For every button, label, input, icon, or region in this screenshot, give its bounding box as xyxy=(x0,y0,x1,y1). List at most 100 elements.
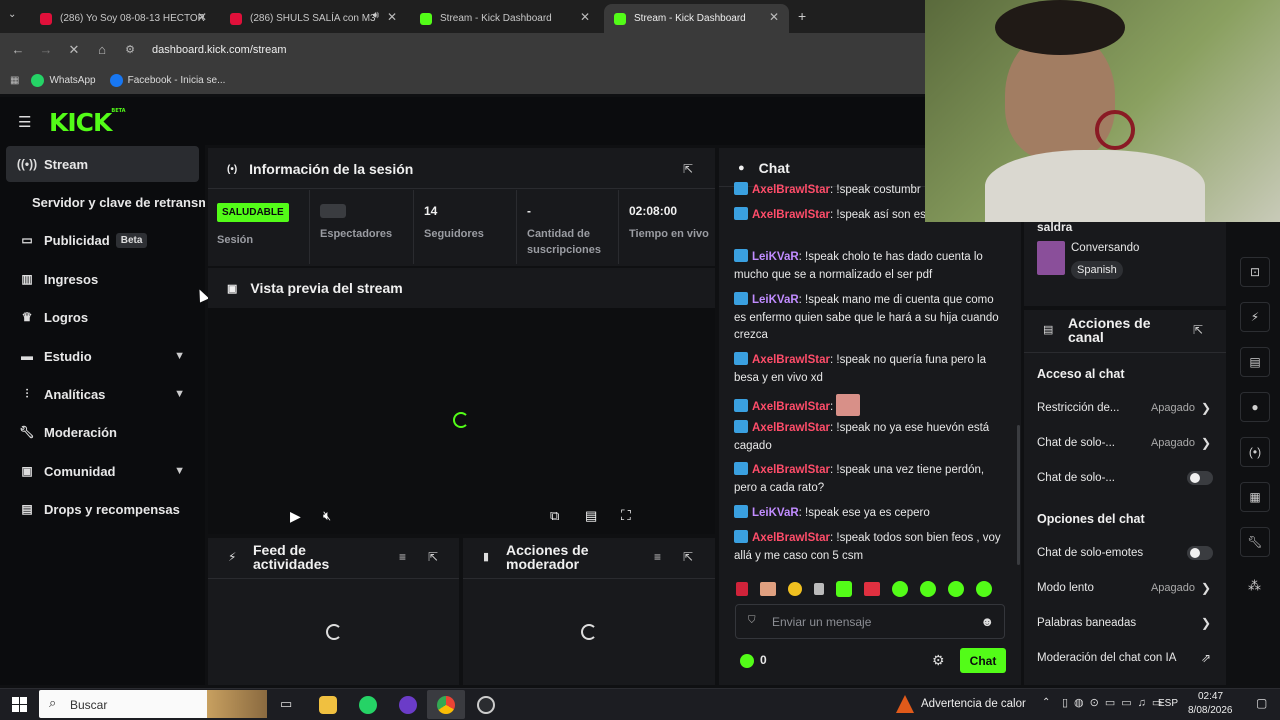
camera-icon[interactable]: ⊡ xyxy=(1240,257,1270,287)
badge-icon xyxy=(734,462,748,475)
new-tab-button[interactable]: + xyxy=(798,8,806,24)
app-icon[interactable] xyxy=(399,696,417,714)
browser-tab-3[interactable]: Stream - Kick Dashboard ✕ xyxy=(410,4,600,33)
popout-icon[interactable]: ⇱ xyxy=(683,550,693,564)
gear-icon[interactable]: ⚙ xyxy=(932,652,945,669)
lightning-icon: ⚡︎ xyxy=(228,550,237,564)
close-icon[interactable]: ✕ xyxy=(769,10,779,24)
sidebar-item-ingresos[interactable]: ▥ Ingresos xyxy=(6,261,199,297)
play-icon[interactable]: ▶ xyxy=(290,508,301,525)
toggle-switch[interactable] xyxy=(1187,546,1213,560)
stat-value: 14 xyxy=(424,204,438,218)
bookmark-whatsapp[interactable]: WhatsApp xyxy=(49,75,95,86)
broadcast-icon[interactable]: (•) xyxy=(1240,437,1270,467)
chat-send-button[interactable]: Chat xyxy=(960,648,1006,673)
address-bar: ← → ✕ ⌂ ⚙ dashboard.kick.com/stream xyxy=(0,33,925,66)
emote-icon[interactable] xyxy=(814,583,824,595)
whatsapp-icon[interactable] xyxy=(359,696,377,714)
sidebar-item-label: Comunidad xyxy=(44,463,116,479)
emote-icon[interactable] xyxy=(836,581,852,597)
chat-input[interactable]: ⛉ Enviar un mensaje ☻ xyxy=(735,604,1005,639)
close-icon[interactable]: ✕ xyxy=(197,10,207,24)
close-icon[interactable]: ✕ xyxy=(580,10,590,24)
sidebar-item-drops[interactable]: ▤ Drops y recompensas xyxy=(6,491,199,527)
task-view-icon[interactable]: ▭ xyxy=(280,696,292,712)
sidebar-item-logros[interactable]: ♛ Logros xyxy=(6,299,199,335)
emote-icon[interactable] xyxy=(788,582,802,596)
close-icon[interactable]: ✕ xyxy=(387,10,397,24)
sidebar-item-estudio[interactable]: ▬ Estudio ▼ xyxy=(6,338,199,374)
category-thumbnail[interactable] xyxy=(1037,241,1065,275)
apps-grid-icon[interactable]: ▦ xyxy=(10,75,19,86)
app-icon[interactable] xyxy=(477,696,495,714)
emote-icon[interactable] xyxy=(864,582,880,596)
slow-mode-row[interactable]: Modo lento Apagado ❯ xyxy=(1037,578,1217,598)
browser-tab-4[interactable]: Stream - Kick Dashboard ✕ xyxy=(604,4,789,33)
sidebar-item-moderacion[interactable]: 🔧︎ Moderación xyxy=(6,414,199,450)
kick-logo[interactable]: KICKBETA xyxy=(49,108,126,137)
pip-icon[interactable]: ⧉ xyxy=(550,508,559,524)
tab-title: (286) Yo Soy 08-08-13 HECTOR xyxy=(60,13,205,24)
lightning-icon[interactable]: ⚡︎ xyxy=(1240,302,1270,332)
emote-icon[interactable] xyxy=(976,581,992,597)
divider xyxy=(208,578,459,579)
stream-category[interactable]: Conversando xyxy=(1071,242,1139,254)
hamburger-menu-icon[interactable]: ☰ xyxy=(18,113,31,131)
emote-icon[interactable] xyxy=(948,581,964,597)
chevron-up-icon[interactable]: ⌃ xyxy=(1042,697,1050,708)
more-icon[interactable]: ⁂ xyxy=(1248,578,1261,594)
bookmark-facebook[interactable]: Facebook - Inicia se... xyxy=(128,75,226,86)
popout-icon[interactable]: ⇱ xyxy=(428,550,438,564)
chat-message: AxelBrawlStar: !speak no ya ese huevón e… xyxy=(734,420,990,452)
popout-icon[interactable]: ⇱ xyxy=(1193,323,1203,337)
weather-text[interactable]: Advertencia de calor xyxy=(921,698,1026,710)
points-icon[interactable] xyxy=(740,654,754,668)
sidebar-item-server-key[interactable]: Servidor y clave de retransmisión xyxy=(6,184,205,220)
mute-icon[interactable]: 🔇︎ xyxy=(323,508,331,524)
windows-start-icon[interactable] xyxy=(12,697,27,712)
sidebar-item-analiticas[interactable]: ⫶ Analíticas ▼ xyxy=(6,376,199,412)
list-icon[interactable]: ▤ xyxy=(1240,347,1270,377)
sidebar-item-publicidad[interactable]: ▭ Publicidad Beta xyxy=(6,222,199,258)
emote-icon[interactable] xyxy=(920,581,936,597)
sidebar-item-stream[interactable]: ((•)) Stream xyxy=(6,146,199,182)
video-icon: ▣ xyxy=(227,282,238,295)
restriction-row[interactable]: Restricción de... Apagado ❯ xyxy=(1037,398,1217,418)
speaker-icon[interactable]: 🔊︎ xyxy=(373,10,379,21)
notification-icon[interactable]: ▢ xyxy=(1256,696,1267,710)
toggle-switch[interactable] xyxy=(1187,471,1213,485)
emote-icon[interactable] xyxy=(736,582,748,596)
home-icon[interactable]: ⌂ xyxy=(88,42,116,57)
sidebar-item-comunidad[interactable]: ▣ Comunidad ▼ xyxy=(6,453,199,489)
tab-search-icon[interactable]: ⌄ xyxy=(8,9,16,20)
chat-bubble-icon[interactable]: ● xyxy=(1240,392,1270,422)
taskbar-search[interactable]: ⌕ Buscar xyxy=(39,690,267,718)
language-indicator[interactable]: ESP xyxy=(1158,698,1178,709)
chrome-icon[interactable] xyxy=(437,696,455,714)
emoji-icon[interactable]: ☻ xyxy=(980,614,994,629)
fullscreen-icon[interactable]: ⛶ xyxy=(621,507,631,524)
filter-icon[interactable]: ≡ xyxy=(654,550,661,564)
popout-icon[interactable]: ⇱ xyxy=(683,162,693,176)
theater-icon[interactable]: ▤ xyxy=(585,508,597,524)
emote-icon[interactable] xyxy=(892,581,908,597)
site-info-icon[interactable]: ⚙ xyxy=(116,43,144,56)
reload-icon[interactable]: ✕ xyxy=(60,42,88,58)
forward-icon[interactable]: → xyxy=(32,42,60,57)
wrench-icon[interactable]: 🔧︎ xyxy=(1240,527,1270,557)
browser-tab-1[interactable]: (286) Yo Soy 08-08-13 HECTOR ✕ xyxy=(30,4,217,33)
chat-scrollbar[interactable] xyxy=(1017,425,1020,565)
sidebar-item-label: Ingresos xyxy=(44,271,99,287)
file-explorer-icon[interactable] xyxy=(319,696,337,714)
filter-icon[interactable]: ≡ xyxy=(399,550,406,564)
banned-words-row[interactable]: Palabras baneadas ❯ xyxy=(1037,613,1217,633)
emote-icon[interactable] xyxy=(760,582,776,596)
back-icon[interactable]: ← xyxy=(4,42,32,57)
emote-bar xyxy=(736,580,1006,598)
tray-icons[interactable]: ▯◍⊙▭▭♫▭ xyxy=(1062,696,1168,709)
url-field[interactable]: dashboard.kick.com/stream xyxy=(152,44,287,56)
chat-only-row[interactable]: Chat de solo-... Apagado ❯ xyxy=(1037,433,1217,453)
ai-moderation-row[interactable]: Moderación del chat con IA ⇗ xyxy=(1037,648,1217,668)
browser-tab-2[interactable]: (286) SHULS SALÍA con M3 🔊︎ ✕ xyxy=(220,4,407,33)
layout-icon[interactable]: ▦ xyxy=(1240,482,1270,512)
